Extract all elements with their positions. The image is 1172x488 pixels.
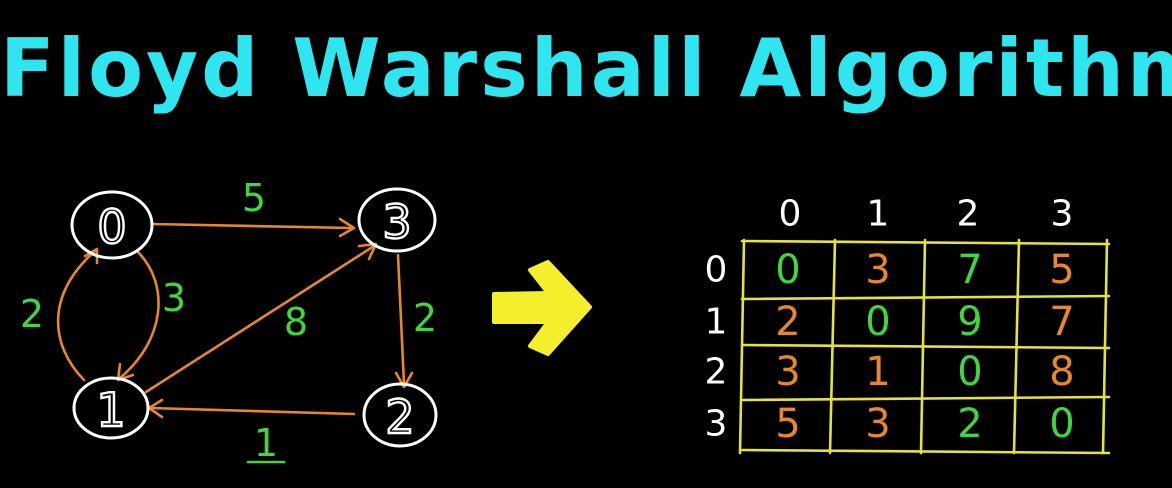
- matrix-row-header: 0: [705, 250, 728, 291]
- matrix-cell: 3: [775, 349, 800, 395]
- matrix-cell: 9: [957, 299, 982, 345]
- edge-weight-3-2: 2: [413, 296, 437, 340]
- graph-node-3-label: 3: [382, 195, 411, 249]
- edge-weight-2-1: 1: [254, 421, 278, 465]
- matrix-cell: 0: [865, 299, 890, 345]
- right-arrow-icon: [492, 260, 592, 356]
- matrix-row-header: 1: [705, 302, 728, 343]
- graph-node-0-label: 0: [97, 200, 126, 254]
- graph-node-0: 0: [70, 190, 154, 260]
- matrix-cell: 1: [865, 349, 890, 395]
- matrix-cell: 7: [1049, 299, 1074, 345]
- edge-3-2: [396, 253, 406, 386]
- matrix-col-header: 1: [867, 194, 890, 235]
- matrix-cell: 2: [775, 299, 800, 345]
- matrix-cell: 3: [865, 247, 890, 293]
- edge-weight-0-1: 3: [162, 276, 186, 320]
- matrix-cell: 0: [957, 349, 982, 395]
- graph-node-1: 1: [72, 376, 150, 440]
- edge-2-1: [148, 406, 356, 416]
- matrix-col-header: 0: [779, 194, 802, 235]
- matrix-cell: 7: [957, 247, 982, 293]
- matrix-cell: 5: [775, 401, 800, 447]
- matrix-row-line: [740, 343, 1111, 350]
- graph-node-2: 2: [362, 382, 438, 448]
- matrix-cell: 0: [775, 247, 800, 293]
- matrix-row-header: 2: [705, 352, 728, 393]
- edge-weight-0-3: 5: [242, 176, 266, 220]
- edge-0-3: [150, 222, 354, 230]
- matrix-row-line: [740, 448, 1111, 455]
- edge-weight-1-3: 8: [284, 300, 308, 344]
- matrix-col-header: 3: [1051, 194, 1074, 235]
- edge-1-0: [56, 248, 98, 382]
- matrix-col-line: [738, 238, 746, 455]
- edge-0-1: [118, 250, 160, 380]
- graph-node-3: 3: [357, 187, 437, 253]
- matrix-row-line: [740, 395, 1111, 402]
- matrix-cell: 8: [1049, 349, 1074, 395]
- graph-node-2-label: 2: [385, 390, 414, 444]
- diagram-canvas: Floyd Warshall Algorithm 0 1 2 3 5 2 3 8…: [0, 0, 1172, 488]
- matrix-cell: 0: [1049, 401, 1074, 447]
- graph-figure: 0 1 2 3 5 2 3 8 2 1 0 1 2 30123 0 3 7 52 0 9 73 1 0…: [20, 176, 1111, 465]
- matrix-cell: 2: [957, 401, 982, 447]
- matrix-col-header: 2: [957, 194, 980, 235]
- matrix-cell: 5: [1049, 247, 1074, 293]
- matrix-cell: 3: [865, 401, 890, 447]
- matrix-col-line: [1101, 238, 1109, 455]
- edge-weight-1-0: 2: [20, 292, 44, 336]
- matrix-row-header: 3: [705, 404, 728, 445]
- graph-node-1-label: 1: [96, 383, 125, 437]
